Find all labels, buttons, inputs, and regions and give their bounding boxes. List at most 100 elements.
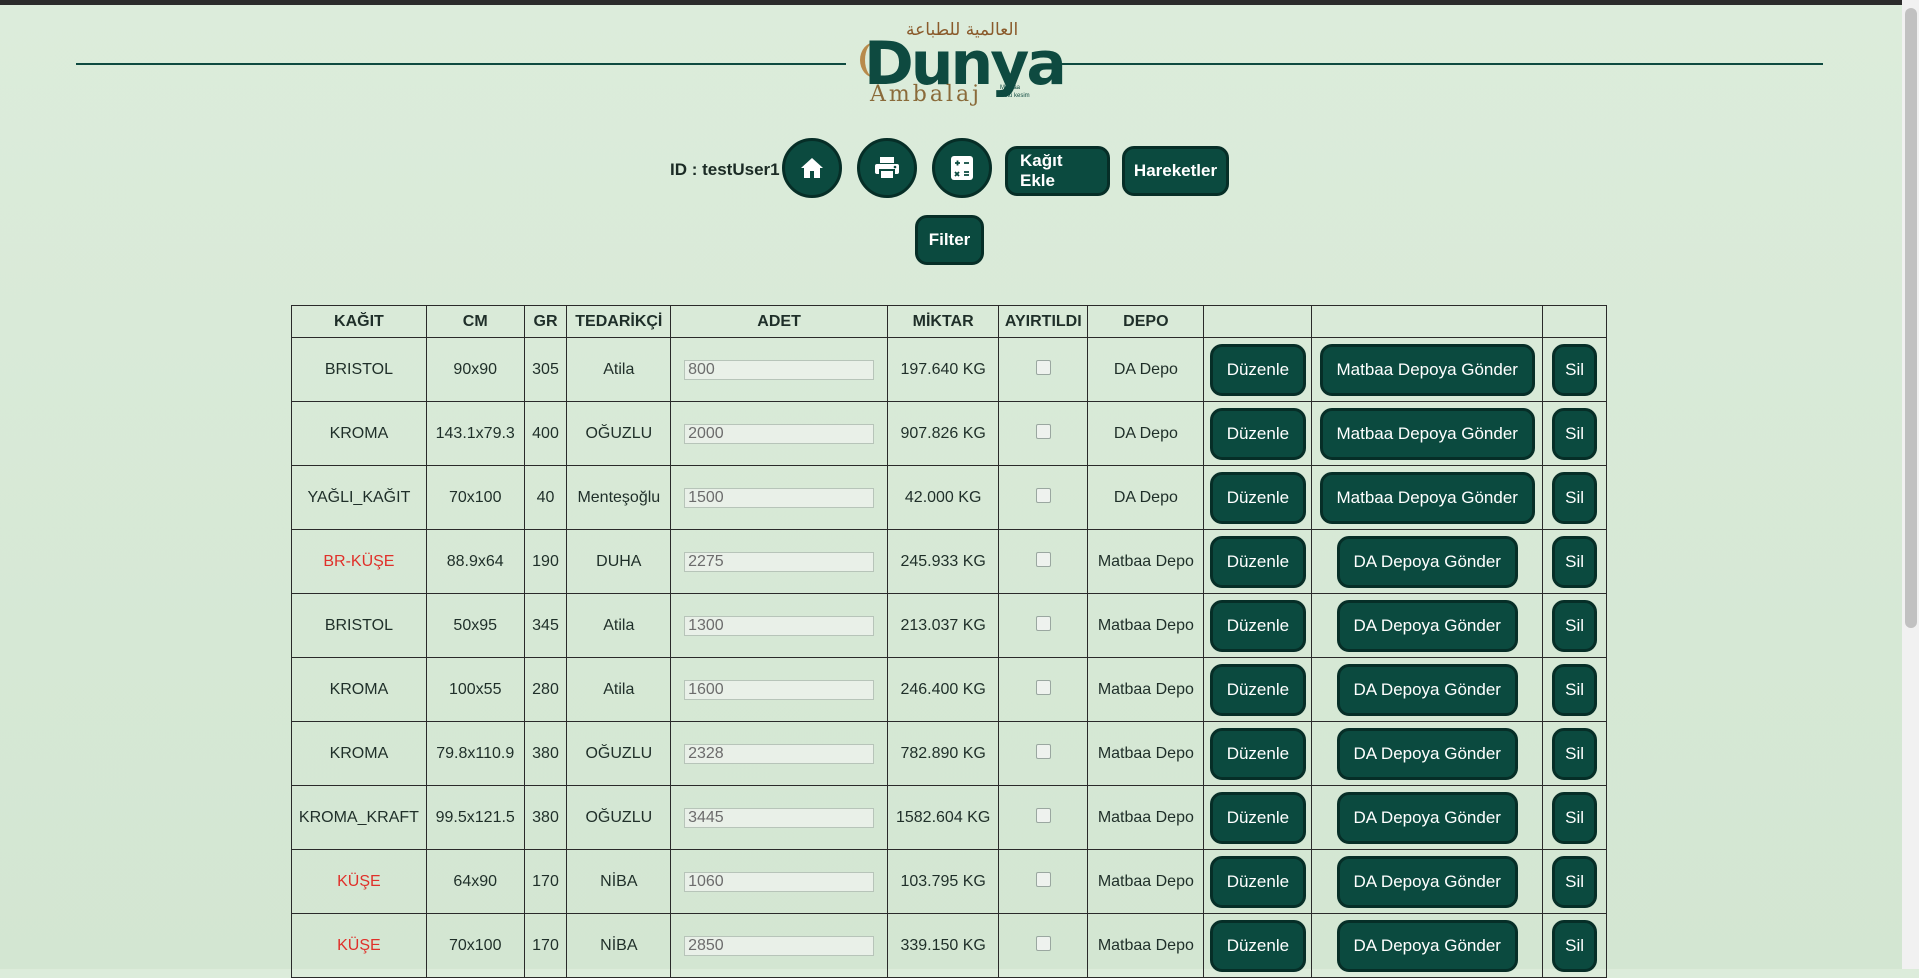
send-to-warehouse-button[interactable]: DA Depoya Gönder <box>1336 791 1518 844</box>
edit-button[interactable]: Düzenle <box>1209 663 1307 716</box>
filter-button[interactable]: Filter <box>915 215 984 265</box>
cell-edit: Düzenle <box>1203 593 1313 658</box>
delete-button[interactable]: Sil <box>1552 919 1598 972</box>
delete-button[interactable]: Sil <box>1552 343 1598 396</box>
cell-depo: Matbaa Depo <box>1087 721 1205 786</box>
header-gr: GR <box>523 305 568 338</box>
cell-edit: Düzenle <box>1203 401 1313 466</box>
cell-gr: 305 <box>523 337 568 402</box>
delete-button[interactable]: Sil <box>1552 663 1598 716</box>
header-divider-right <box>1053 63 1823 65</box>
cell-adet <box>670 401 888 466</box>
home-button[interactable] <box>782 138 842 198</box>
edit-button[interactable]: Düzenle <box>1209 535 1307 588</box>
edit-button[interactable]: Düzenle <box>1209 343 1307 396</box>
quantity-input[interactable] <box>684 807 875 828</box>
delete-button[interactable]: Sil <box>1552 727 1598 780</box>
quantity-input[interactable] <box>684 679 875 700</box>
delete-button[interactable]: Sil <box>1552 599 1598 652</box>
delete-button[interactable]: Sil <box>1552 791 1598 844</box>
header-edit <box>1203 305 1313 338</box>
cell-tedarikci: Atila <box>566 337 672 402</box>
edit-button[interactable]: Düzenle <box>1209 407 1307 460</box>
table-row: BR-KÜŞE88.9x64190DUHA 245.933 KG Matbaa De… <box>291 529 1607 594</box>
reserved-checkbox[interactable] <box>1035 935 1051 951</box>
reserved-checkbox[interactable] <box>1035 743 1051 759</box>
quantity-input[interactable] <box>684 935 875 956</box>
header-send <box>1311 305 1544 338</box>
send-to-warehouse-button[interactable]: DA Depoya Gönder <box>1336 727 1518 780</box>
delete-button[interactable]: Sil <box>1552 407 1598 460</box>
send-to-warehouse-button[interactable]: DA Depoya Gönder <box>1336 855 1518 908</box>
delete-button[interactable]: Sil <box>1552 471 1598 524</box>
send-to-warehouse-button[interactable]: DA Depoya Gönder <box>1336 919 1518 972</box>
delete-button[interactable]: Sil <box>1552 535 1598 588</box>
send-to-warehouse-button[interactable]: Matbaa Depoya Gönder <box>1319 407 1535 460</box>
vertical-scrollbar[interactable] <box>1902 0 1919 969</box>
quantity-input[interactable] <box>684 359 875 380</box>
quantity-input[interactable] <box>684 615 875 636</box>
quantity-input[interactable] <box>684 743 875 764</box>
cell-tedarikci: NİBA <box>566 913 672 978</box>
send-to-warehouse-button[interactable]: Matbaa Depoya Gönder <box>1319 343 1535 396</box>
quantity-input[interactable] <box>684 871 875 892</box>
reserved-checkbox[interactable] <box>1035 487 1051 503</box>
edit-button[interactable]: Düzenle <box>1209 471 1307 524</box>
reserved-checkbox[interactable] <box>1035 359 1051 375</box>
edit-button[interactable]: Düzenle <box>1209 855 1307 908</box>
cell-cm: 100x55 <box>425 657 525 722</box>
cell-adet <box>670 529 888 594</box>
cell-depo: Matbaa Depo <box>1087 785 1205 850</box>
table-row: BRISTOL90x90305Atila 197.640 KG DA DepoDüz… <box>291 337 1607 402</box>
send-to-warehouse-button[interactable]: DA Depoya Gönder <box>1336 599 1518 652</box>
cell-depo: DA Depo <box>1087 337 1205 402</box>
delete-button[interactable]: Sil <box>1552 855 1598 908</box>
send-to-warehouse-button[interactable]: DA Depoya Gönder <box>1336 663 1518 716</box>
cell-edit: Düzenle <box>1203 721 1313 786</box>
header-cm: CM <box>425 305 525 338</box>
cell-send: DA Depoya Gönder <box>1311 529 1544 594</box>
edit-button[interactable]: Düzenle <box>1209 599 1307 652</box>
cell-miktar: 197.640 KG <box>886 337 1000 402</box>
send-to-warehouse-button[interactable]: DA Depoya Gönder <box>1336 535 1518 588</box>
edit-button[interactable]: Düzenle <box>1209 919 1307 972</box>
reserved-checkbox[interactable] <box>1035 551 1051 567</box>
scrollbar-thumb[interactable] <box>1905 8 1917 628</box>
quantity-input[interactable] <box>684 423 875 444</box>
reserved-checkbox[interactable] <box>1035 871 1051 887</box>
cell-depo: DA Depo <box>1087 401 1205 466</box>
cell-adet <box>670 785 888 850</box>
cell-gr: 380 <box>523 721 568 786</box>
quantity-input[interactable] <box>684 551 875 572</box>
cell-cm: 99.5x121.5 <box>425 785 525 850</box>
cell-send: Matbaa Depoya Gönder <box>1311 401 1544 466</box>
cell-adet <box>670 849 888 914</box>
header-adet: ADET <box>670 305 888 338</box>
reserved-checkbox[interactable] <box>1035 423 1051 439</box>
cell-ayirtildi <box>998 465 1089 530</box>
cell-gr: 170 <box>523 849 568 914</box>
home-icon <box>801 158 823 178</box>
cell-miktar: 213.037 KG <box>886 593 1000 658</box>
table-row: KROMA100x55280Atila 246.400 KG Matbaa Depo… <box>291 657 1607 722</box>
cell-cm: 143.1x79.3 <box>425 401 525 466</box>
reserved-checkbox[interactable] <box>1035 679 1051 695</box>
cell-ayirtildi <box>998 913 1089 978</box>
cell-tedarikci: OĞUZLU <box>566 721 672 786</box>
quantity-input[interactable] <box>684 487 875 508</box>
cell-gr: 40 <box>523 465 568 530</box>
reserved-checkbox[interactable] <box>1035 615 1051 631</box>
cell-tedarikci: OĞUZLU <box>566 401 672 466</box>
edit-button[interactable]: Düzenle <box>1209 727 1307 780</box>
movements-button[interactable]: Hareketler <box>1122 146 1229 196</box>
cell-miktar: 782.890 KG <box>886 721 1000 786</box>
send-to-warehouse-button[interactable]: Matbaa Depoya Gönder <box>1319 471 1535 524</box>
cell-kagit: KROMA <box>291 657 427 722</box>
edit-button[interactable]: Düzenle <box>1209 791 1307 844</box>
cell-tedarikci: Atila <box>566 593 672 658</box>
add-paper-button[interactable]: Kağıt Ekle <box>1005 146 1110 196</box>
print-button[interactable] <box>857 138 917 198</box>
cell-kagit: KÜŞE <box>291 913 427 978</box>
calculator-button[interactable] <box>932 138 992 198</box>
reserved-checkbox[interactable] <box>1035 807 1051 823</box>
